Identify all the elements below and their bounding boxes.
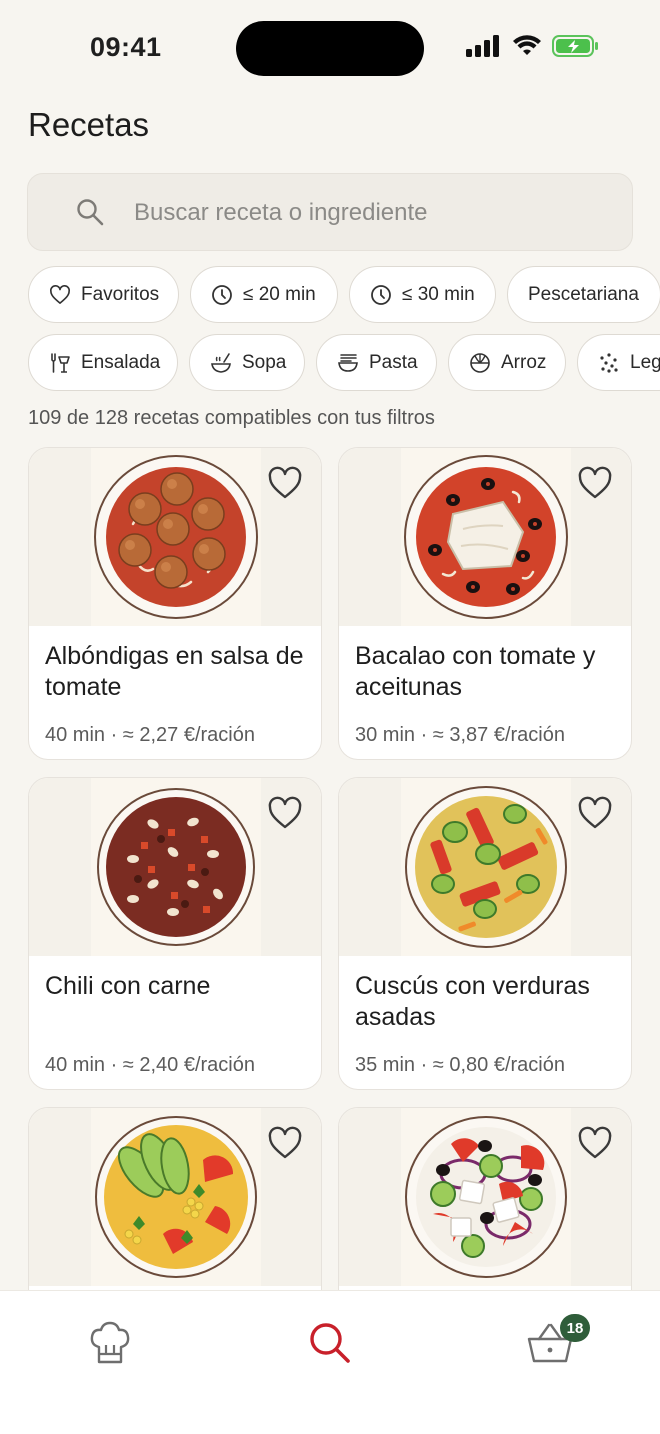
recipe-title: Bacalao con tomate y aceitunas (355, 642, 596, 701)
rice-bowl-icon (470, 352, 490, 373)
filter-chip-20min[interactable]: ≤ 20 min (190, 266, 338, 323)
chili-dish-image (97, 788, 255, 946)
greek-salad-dish-image (405, 1116, 567, 1278)
filter-chip-label: ≤ 20 min (243, 283, 316, 305)
recipe-title: Cuscús con verduras asadas (355, 972, 590, 1031)
filter-chip-ensalada[interactable]: Ensalada (28, 334, 178, 391)
filter-chip-arroz[interactable]: Arroz (448, 334, 566, 391)
status-time: 09:41 (90, 32, 162, 62)
filter-chip-favoritos[interactable]: Favoritos (28, 266, 179, 323)
meatballs-dish-image (94, 455, 258, 619)
tab-bar (0, 1290, 660, 1434)
filter-chip-label: Ensalada (81, 351, 161, 373)
filter-chip-label: Pescetariana (528, 283, 639, 305)
filter-chip-label: Arroz (501, 351, 547, 373)
search-icon (310, 1323, 350, 1363)
wifi-icon (513, 35, 541, 55)
favorite-heart-icon[interactable] (577, 796, 613, 830)
status-bar: 09:41 (0, 0, 660, 96)
recipe-card[interactable]: Cuscús con verduras asadas 35 min · ≈ 0,… (338, 777, 632, 1090)
filter-chip-30min[interactable]: ≤ 30 min (349, 266, 496, 323)
favorite-heart-icon[interactable] (267, 796, 303, 830)
filter-chip-sopa[interactable]: Sopa (189, 334, 305, 391)
soup-bowl-icon (211, 352, 231, 373)
search-input[interactable] (134, 196, 614, 230)
filter-chip-label: ≤ 30 min (402, 283, 475, 305)
recipe-title: Albóndigas en salsa de tomate (45, 642, 304, 701)
page-title: Recetas (28, 106, 150, 143)
search-bar[interactable] (27, 173, 633, 251)
favorite-heart-icon[interactable] (577, 466, 613, 500)
recipe-title: Chili con carne (45, 972, 211, 1000)
filter-row-1: Favoritos ≤ 20 min ≤ 30 min Pescetariana (28, 266, 660, 323)
clock-icon (371, 284, 391, 305)
recipe-meta: 40 min · ≈ 2,27 €/ración (45, 724, 255, 746)
tab-recipes[interactable] (80, 1315, 140, 1371)
clock-icon (212, 284, 232, 305)
result-count: 109 de 128 recetas compatibles con tus f… (28, 407, 435, 429)
recipe-card[interactable]: Bacalao con tomate y aceitunas 30 min · … (338, 447, 632, 760)
filter-chip-label: Sopa (242, 351, 287, 373)
heart-icon (50, 284, 70, 304)
filter-chip-legumbres[interactable]: Leg (577, 334, 660, 391)
recipe-meta: 30 min · ≈ 3,87 €/ración (355, 724, 565, 746)
legumes-icon (600, 352, 618, 373)
filter-row-2: Ensalada Sopa Pasta Arroz Leg (28, 334, 660, 391)
filter-chip-label: Favoritos (81, 283, 160, 305)
favorite-heart-icon[interactable] (267, 1126, 303, 1160)
signal-icon (466, 35, 499, 57)
recipe-meta: 35 min · ≈ 0,80 €/ración (355, 1054, 565, 1076)
recipe-card[interactable]: Albóndigas en salsa de tomate 40 min · ≈… (28, 447, 322, 760)
tab-search[interactable] (300, 1315, 360, 1371)
avocado-tomato-dish-image (95, 1116, 257, 1278)
noodles-icon (338, 353, 358, 372)
filter-chip-label: Leg (630, 351, 660, 373)
dynamic-island (236, 21, 424, 76)
couscous-dish-image (405, 786, 567, 948)
search-icon (77, 199, 104, 226)
chef-hat-icon (90, 1321, 130, 1364)
filter-chip-pasta[interactable]: Pasta (316, 334, 437, 391)
filter-chip-label: Pasta (369, 351, 418, 373)
recipe-meta: 40 min · ≈ 2,40 €/ración (45, 1054, 255, 1076)
cod-dish-image (404, 455, 568, 619)
favorite-heart-icon[interactable] (267, 466, 303, 500)
salad-utensils-icon (51, 352, 70, 373)
battery-icon (552, 35, 598, 57)
filter-chip-pescetariana[interactable]: Pescetariana (507, 266, 660, 323)
favorite-heart-icon[interactable] (577, 1126, 613, 1160)
basket-count-badge: 18 (560, 1314, 590, 1342)
recipe-card[interactable]: Chili con carne 40 min · ≈ 2,40 €/ración (28, 777, 322, 1090)
status-icons (466, 34, 600, 58)
